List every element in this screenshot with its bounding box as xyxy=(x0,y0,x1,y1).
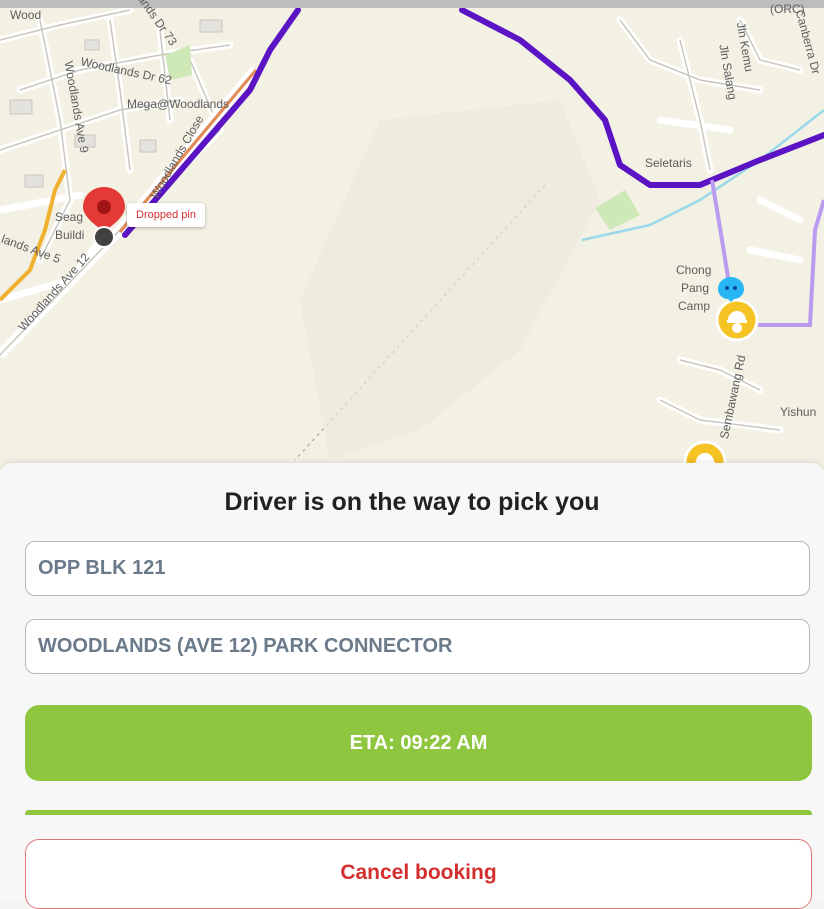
map-pin-icon[interactable] xyxy=(80,185,128,249)
map-label-seagate: Seag xyxy=(55,210,84,224)
map-label-seletaris: Seletaris xyxy=(645,156,692,170)
open-land-area xyxy=(300,100,600,460)
booking-panel xyxy=(0,463,824,900)
park-area-right xyxy=(595,190,640,230)
map-label-woodlands-top: Wood xyxy=(10,8,42,22)
map-label-top-right: (ORC) xyxy=(770,2,805,16)
eta-button[interactable]: ETA: 09:22 AM xyxy=(25,705,812,781)
destination-field[interactable]: WOODLANDS (AVE 12) PARK CONNECTOR xyxy=(25,619,810,674)
map-label-pang: Pang xyxy=(681,281,710,295)
map-label-camp: Camp xyxy=(678,299,711,313)
pickup-field[interactable]: OPP BLK 121 xyxy=(25,541,810,596)
dropped-pin-callout[interactable]: Dropped pin xyxy=(127,203,205,227)
map-label-yishun: Yishun xyxy=(780,405,817,419)
status-bar xyxy=(0,0,824,8)
next-action-button-partial[interactable] xyxy=(25,810,812,815)
map-label-chong: Chong xyxy=(676,263,712,277)
map-label-mega-woodlands: Mega@Woodlands xyxy=(127,97,230,111)
hazard-worker-icon[interactable] xyxy=(715,298,759,346)
panel-title: Driver is on the way to pick you xyxy=(224,488,600,516)
waze-chat-icon[interactable] xyxy=(716,275,746,303)
map-view[interactable]: Wood lands Dr 73 Woodlands Dr 62 Mega@Wo… xyxy=(0,0,824,470)
cancel-booking-button[interactable]: Cancel booking xyxy=(25,839,812,909)
